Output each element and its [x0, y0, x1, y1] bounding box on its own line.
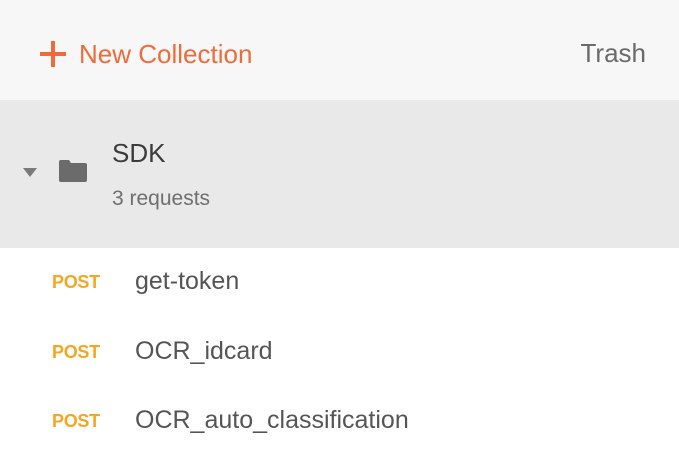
trash-link[interactable]: Trash: [581, 40, 647, 66]
folder-icon: [59, 160, 87, 182]
collection-sdk[interactable]: SDK 3 requests: [0, 100, 679, 248]
new-collection-button[interactable]: New Collection: [38, 36, 252, 72]
request-name: OCR_auto_classification: [135, 406, 409, 434]
request-list: POST get-token POST OCR_idcard POST OCR_…: [0, 248, 679, 449]
collection-request-count: 3 requests: [112, 187, 211, 210]
collections-toolbar: New Collection Trash: [0, 0, 679, 101]
method-badge: POST: [52, 342, 100, 362]
plus-icon: [40, 41, 66, 67]
request-name: OCR_idcard: [135, 337, 273, 365]
collection-name[interactable]: SDK: [112, 140, 165, 166]
method-badge: POST: [52, 272, 100, 292]
request-item-get-token[interactable]: POST get-token: [0, 251, 679, 311]
method-badge: POST: [52, 411, 100, 431]
collections-panel: New Collection Trash SDK 3 requests POST…: [0, 0, 679, 449]
new-collection-label: New Collection: [79, 39, 253, 69]
request-name: get-token: [135, 267, 240, 295]
request-item-ocr-idcard[interactable]: POST OCR_idcard: [0, 321, 679, 381]
request-item-ocr-auto-classification[interactable]: POST OCR_auto_classification: [0, 390, 679, 449]
caret-down-icon[interactable]: [23, 168, 37, 178]
